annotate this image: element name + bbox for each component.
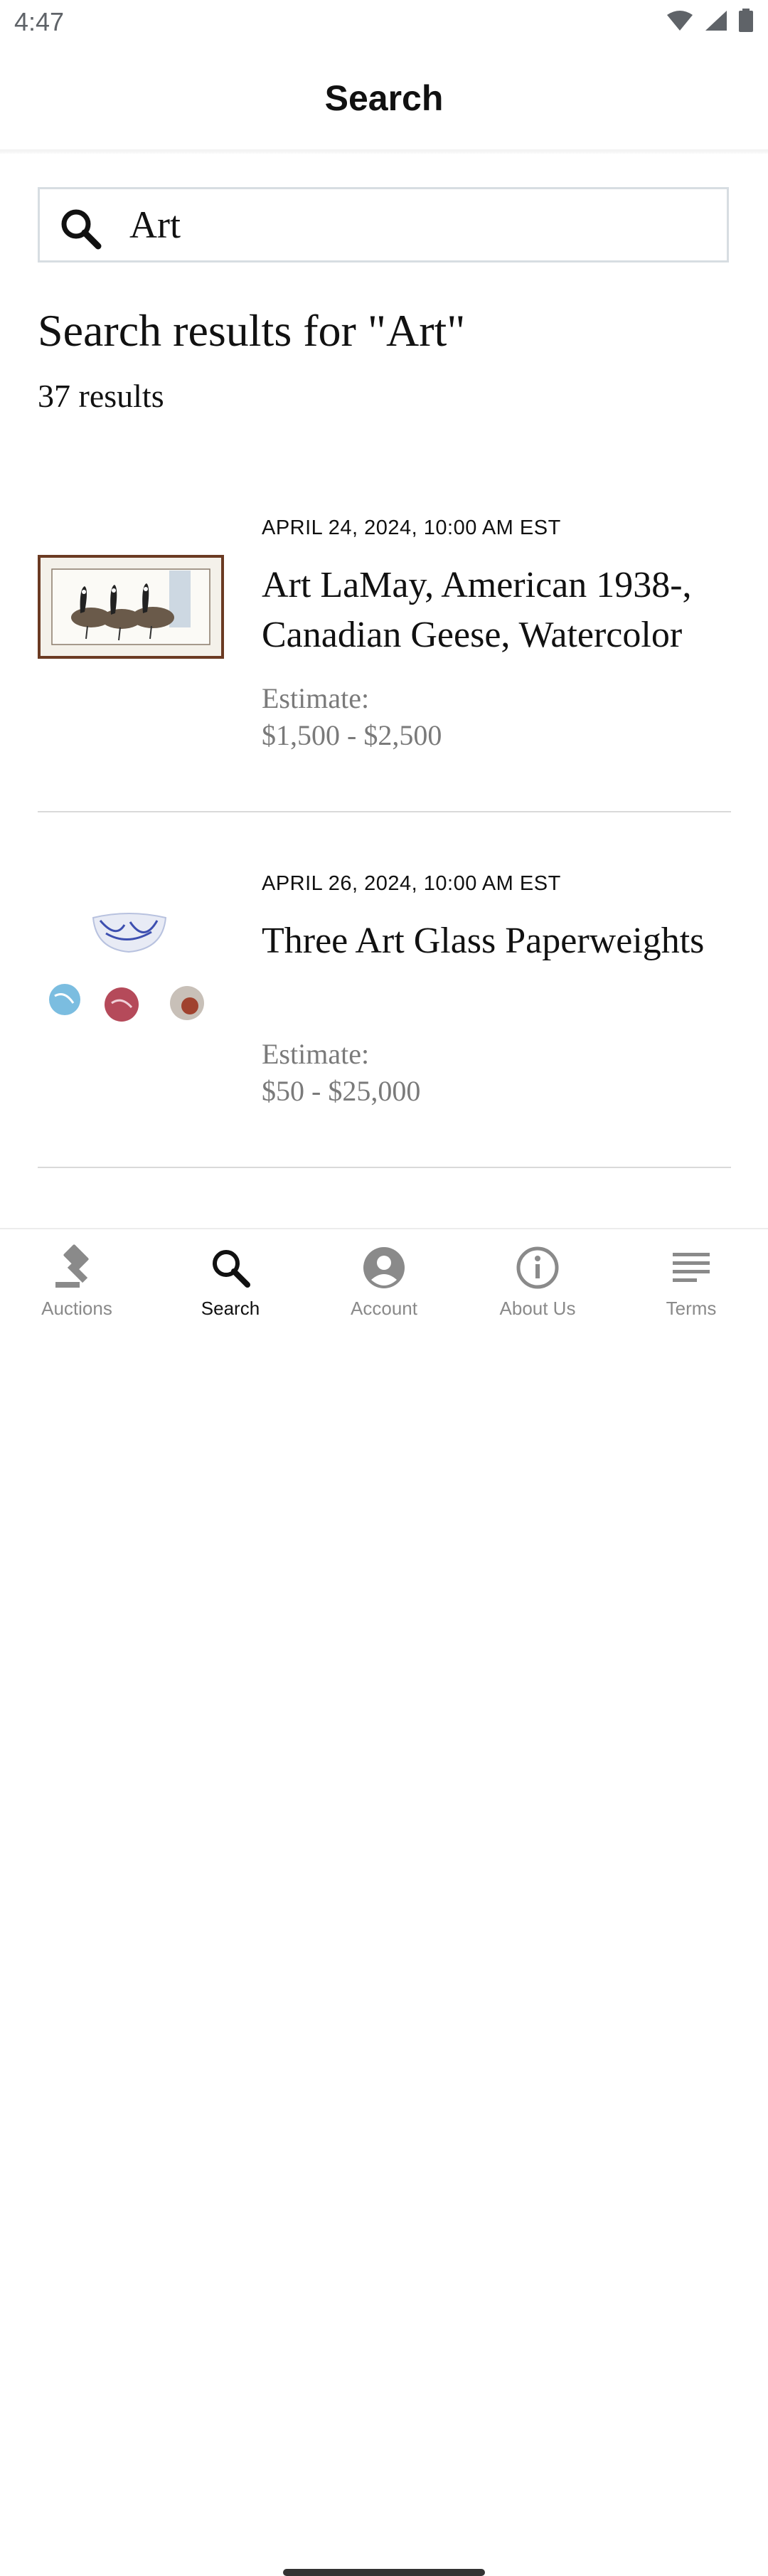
nav-label-search: Search bbox=[201, 1298, 260, 1319]
result-thumbnail-geese-painting[interactable] bbox=[38, 555, 224, 659]
results-count: 37 results bbox=[38, 378, 164, 414]
nav-label-auctions: Auctions bbox=[41, 1298, 112, 1319]
battery-icon bbox=[739, 9, 753, 32]
status-bar: 4:47 bbox=[0, 0, 768, 46]
search-icon bbox=[58, 206, 102, 250]
result-item[interactable]: APRIL 26, 2024, 10:00 AM EST Three Art G… bbox=[0, 854, 768, 1167]
account-circle-icon bbox=[360, 1244, 408, 1292]
result-title[interactable]: Art LaMay, American 1938-, Canadian Gees… bbox=[262, 561, 745, 660]
status-icons bbox=[666, 9, 754, 33]
result-thumbnail-paperweights[interactable] bbox=[38, 896, 224, 1039]
result-date: APRIL 24, 2024, 10:00 AM EST bbox=[262, 516, 561, 539]
search-box[interactable] bbox=[38, 187, 729, 263]
results-heading: Search results for "Art" bbox=[38, 305, 466, 356]
divider bbox=[38, 1167, 731, 1168]
result-item[interactable]: APRIL 24, 2024, 10:00 AM EST Art LaMay, … bbox=[0, 498, 768, 811]
search-input[interactable] bbox=[129, 196, 713, 253]
result-title[interactable]: Three Art Glass Paperweights bbox=[262, 916, 745, 966]
nav-item-account[interactable]: Account bbox=[307, 1229, 461, 1336]
result-estimate-label: Estimate: bbox=[262, 1038, 370, 1070]
status-time: 4:47 bbox=[14, 7, 65, 36]
result-estimate-label: Estimate: bbox=[262, 682, 370, 714]
nav-label-account: Account bbox=[351, 1298, 417, 1319]
page-title: Search bbox=[324, 78, 444, 118]
gavel-icon bbox=[53, 1244, 101, 1292]
header-divider bbox=[0, 149, 768, 154]
nav-item-about-us[interactable]: About Us bbox=[461, 1229, 614, 1336]
search-icon bbox=[206, 1244, 255, 1292]
wifi-icon bbox=[667, 11, 693, 31]
nav-item-auctions[interactable]: Auctions bbox=[0, 1229, 154, 1336]
result-estimate-range: $50 - $25,000 bbox=[262, 1075, 421, 1107]
nav-label-terms: Terms bbox=[666, 1298, 717, 1319]
bottom-nav: Auctions Search Account About Us Terms bbox=[0, 1228, 768, 2576]
result-date: APRIL 26, 2024, 10:00 AM EST bbox=[262, 872, 561, 895]
cell-signal-icon bbox=[705, 11, 727, 31]
divider bbox=[38, 811, 731, 812]
result-estimate-range: $1,500 - $2,500 bbox=[262, 719, 442, 751]
nav-item-terms[interactable]: Terms bbox=[614, 1229, 768, 1336]
nav-item-search[interactable]: Search bbox=[154, 1229, 307, 1336]
info-icon bbox=[513, 1244, 562, 1292]
app-header: Search bbox=[0, 46, 768, 151]
nav-label-about-us: About Us bbox=[499, 1298, 576, 1319]
list-lines-icon bbox=[667, 1244, 715, 1292]
home-indicator[interactable] bbox=[283, 2569, 485, 2576]
